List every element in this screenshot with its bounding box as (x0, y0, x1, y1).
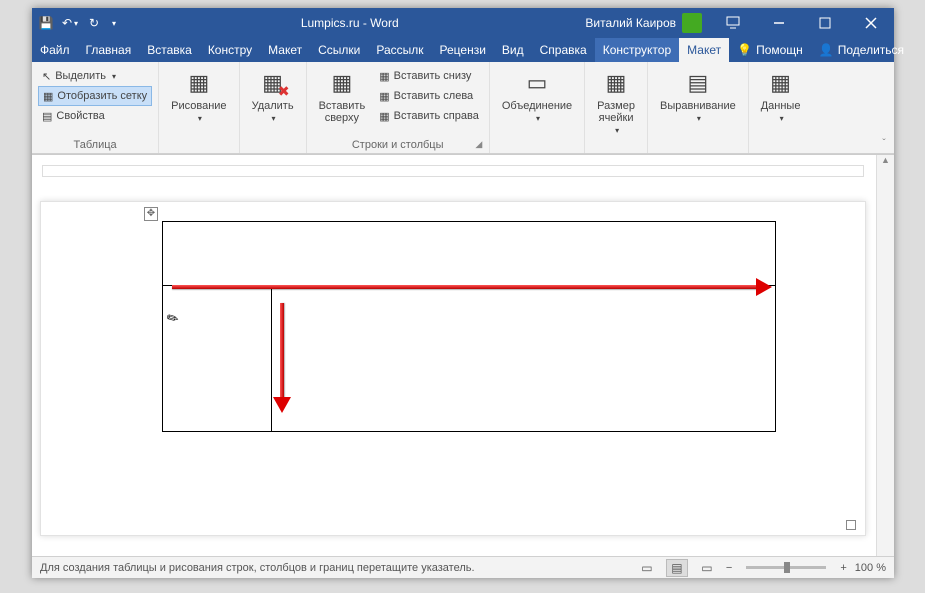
zoom-slider-thumb[interactable] (784, 562, 790, 573)
app-window: 💾 ↶▾ ↻ ▾ Lumpics.ru - Word Виталий Каиро… (32, 8, 894, 578)
window-controls (710, 8, 894, 38)
share-button[interactable]: 👤Поделиться (811, 38, 912, 62)
tab-file[interactable]: Файл (32, 38, 78, 62)
table-move-handle[interactable]: ✥ (144, 207, 158, 221)
group-delete: ▦✖ Удалить ▾ (240, 62, 307, 153)
undo-icon[interactable]: ↶▾ (62, 15, 78, 31)
tab-references[interactable]: Ссылки (310, 38, 368, 62)
insert-right-icon: ▦ (379, 110, 389, 123)
lightbulb-icon: 💡 (737, 43, 752, 57)
table-row[interactable] (163, 286, 775, 431)
insert-below-button[interactable]: ▦Вставить снизу (375, 66, 483, 86)
scroll-up-icon[interactable]: ▲ (877, 155, 894, 171)
group-cell-size: ▦ Размер ячейки ▾ (585, 62, 648, 153)
grid-icon: ▦ (43, 90, 53, 103)
zoom-in-button[interactable]: + (840, 562, 846, 574)
cell-size-icon: ▦ (601, 68, 631, 98)
tab-view[interactable]: Вид (494, 38, 532, 62)
insert-right-button[interactable]: ▦Вставить справа (375, 106, 483, 126)
table[interactable] (162, 221, 776, 432)
tab-table-design[interactable]: Конструктор (595, 38, 679, 62)
view-web-layout-icon[interactable]: ▭ (696, 559, 718, 577)
status-bar: Для создания таблицы и рисования строк, … (32, 556, 894, 578)
group-label-table: Таблица (38, 137, 152, 151)
group-rows-columns: ▦ Вставить сверху ▦Вставить снизу ▦Встав… (307, 62, 490, 153)
user-account[interactable]: Виталий Каиров (577, 13, 710, 33)
tab-mailings[interactable]: Рассылк (368, 38, 431, 62)
view-read-mode-icon[interactable]: ▭ (636, 559, 658, 577)
group-alignment: ▤ Выравнивание ▾ (648, 62, 749, 153)
zoom-level[interactable]: 100 % (855, 562, 886, 574)
view-print-layout-icon[interactable]: ▤ (666, 559, 688, 577)
document-area[interactable]: ▲ ✥ ✎ (32, 154, 894, 556)
collapse-ribbon-icon[interactable]: ˇ (874, 62, 894, 153)
insert-left-button[interactable]: ▦Вставить слева (375, 86, 483, 106)
tab-design[interactable]: Констру (200, 38, 260, 62)
dialog-launcher-icon[interactable]: ◢ (473, 139, 485, 151)
delete-button[interactable]: ▦✖ Удалить ▾ (246, 66, 300, 125)
insert-above-icon: ▦ (327, 68, 357, 98)
cursor-icon: ↖ (42, 70, 51, 83)
close-button[interactable] (848, 8, 894, 38)
table-row[interactable] (163, 222, 775, 286)
table-column-divider[interactable] (271, 286, 272, 431)
data-icon: ▦ (766, 68, 796, 98)
tab-review[interactable]: Рецензи (432, 38, 494, 62)
tab-layout[interactable]: Макет (260, 38, 310, 62)
ribbon-options-button[interactable] (710, 8, 756, 38)
merge-button[interactable]: ▭ Объединение ▾ (496, 66, 578, 125)
insert-below-icon: ▦ (379, 70, 389, 83)
user-name: Виталий Каиров (585, 16, 676, 30)
ribbon: ↖Выделить▾ ▦Отобразить сетку ▤Свойства Т… (32, 62, 894, 154)
annotation-arrow-horizontal (172, 283, 772, 291)
properties-icon: ▤ (42, 110, 52, 123)
qat-customize-icon[interactable]: ▾ (112, 19, 116, 28)
merge-icon: ▭ (522, 68, 552, 98)
ribbon-tabs: Файл Главная Вставка Констру Макет Ссылк… (32, 38, 894, 62)
insert-above-button[interactable]: ▦ Вставить сверху (313, 66, 372, 126)
redo-icon[interactable]: ↻ (86, 15, 102, 31)
quick-access-toolbar: 💾 ↶▾ ↻ ▾ (32, 15, 122, 31)
title-bar: 💾 ↶▾ ↻ ▾ Lumpics.ru - Word Виталий Каиро… (32, 8, 894, 38)
select-button[interactable]: ↖Выделить▾ (38, 66, 152, 86)
alignment-icon: ▤ (683, 68, 713, 98)
group-label-rowscols: Строки и столбцы◢ (313, 137, 483, 151)
alignment-button[interactable]: ▤ Выравнивание ▾ (654, 66, 742, 125)
zoom-out-button[interactable]: − (726, 562, 732, 574)
cell-size-button[interactable]: ▦ Размер ячейки ▾ (591, 66, 641, 137)
vertical-scrollbar[interactable]: ▲ (876, 155, 894, 556)
table-resize-handle[interactable] (846, 520, 856, 530)
tab-tell-me[interactable]: 💡Помощн (729, 38, 811, 62)
delete-table-icon: ▦✖ (258, 68, 288, 98)
minimize-button[interactable] (756, 8, 802, 38)
tab-home[interactable]: Главная (78, 38, 140, 62)
group-table: ↖Выделить▾ ▦Отобразить сетку ▤Свойства Т… (32, 62, 159, 153)
view-gridlines-button[interactable]: ▦Отобразить сетку (38, 86, 152, 106)
group-data: ▦ Данные ▾ (749, 62, 813, 153)
save-icon[interactable]: 💾 (38, 15, 54, 31)
status-message: Для создания таблицы и рисования строк, … (40, 562, 628, 574)
tab-table-layout[interactable]: Макет (679, 38, 729, 62)
draw-table-button[interactable]: ▦ Рисование ▾ (165, 66, 232, 125)
annotation-arrow-vertical (278, 303, 286, 413)
maximize-button[interactable] (802, 8, 848, 38)
properties-button[interactable]: ▤Свойства (38, 106, 152, 126)
avatar (682, 13, 702, 33)
group-draw: ▦ Рисование ▾ (159, 62, 239, 153)
tab-help[interactable]: Справка (532, 38, 595, 62)
share-icon: 👤 (819, 43, 834, 57)
insert-left-icon: ▦ (379, 90, 389, 103)
window-title: Lumpics.ru - Word (122, 16, 577, 30)
prev-page-edge (42, 165, 864, 177)
tab-insert[interactable]: Вставка (139, 38, 200, 62)
pencil-table-icon: ▦ (184, 68, 214, 98)
group-merge: ▭ Объединение ▾ (490, 62, 585, 153)
data-button[interactable]: ▦ Данные ▾ (755, 66, 807, 125)
zoom-slider[interactable] (746, 566, 826, 569)
